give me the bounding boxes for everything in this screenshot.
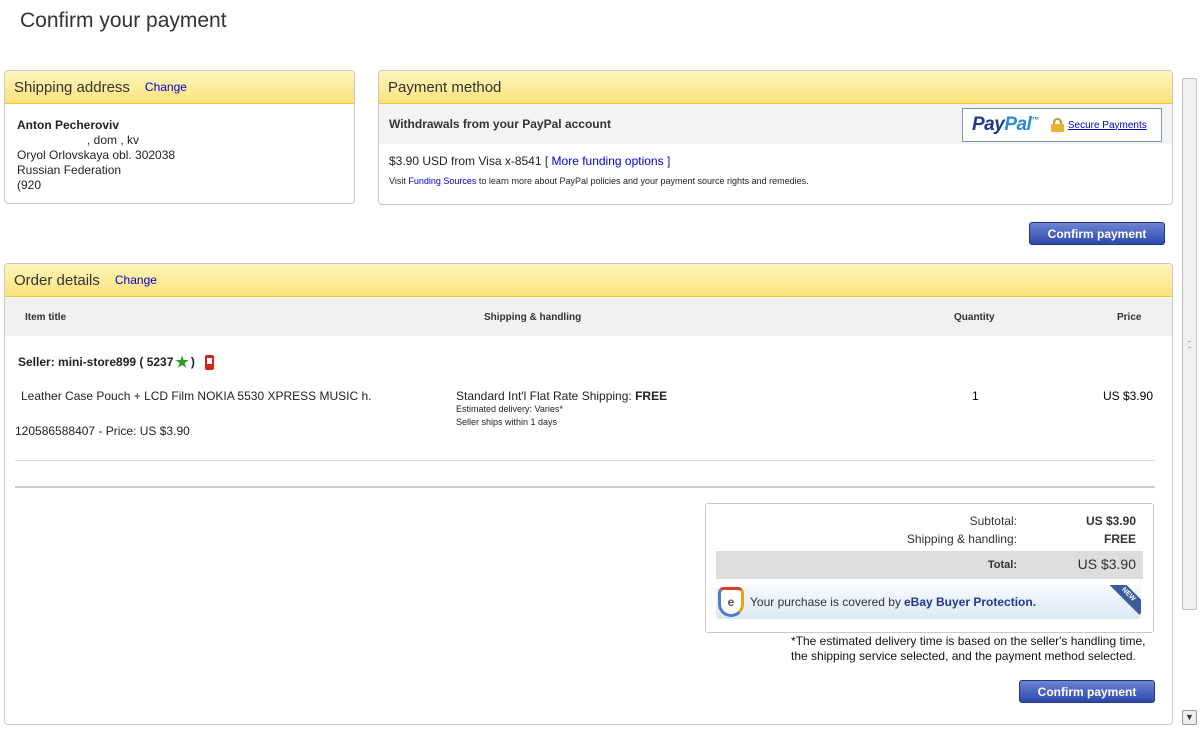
seller-label[interactable]: Seller: mini-store899 ( 5237 xyxy=(18,355,173,369)
subtotal-label: Subtotal: xyxy=(969,514,1017,528)
confirm-payment-button-top[interactable]: Confirm payment xyxy=(1029,222,1165,245)
shipping-change-link[interactable]: Change xyxy=(145,80,187,94)
order-details-panel: Order details Change Item title Shipping… xyxy=(4,263,1173,725)
payment-method-panel: Payment method Withdrawals from your Pay… xyxy=(378,70,1173,205)
order-change-link[interactable]: Change xyxy=(115,273,157,287)
shipping-address-panel: Shipping address Change Anton Pecheroviv… xyxy=(4,70,355,204)
ships-within: Seller ships within 1 days xyxy=(456,417,558,427)
shipping-total-label: Shipping & handling: xyxy=(906,532,1017,546)
seller-info: Seller: mini-store899 ( 5237 ★ ) xyxy=(18,353,214,371)
col-item-title: Item title xyxy=(25,312,67,323)
phone-icon[interactable] xyxy=(204,354,214,370)
address-city: Oryol Orlovskaya obl. 302038 xyxy=(17,148,176,162)
paypal-logo: PayPal™ xyxy=(972,114,1039,135)
note-suffix: to learn more about PayPal policies and … xyxy=(478,176,809,186)
shipping-address-heading: Shipping address xyxy=(14,78,130,96)
order-details-header: Order details Change xyxy=(5,264,1172,297)
col-shipping: Shipping & handling xyxy=(484,312,582,323)
item-quantity: 1 xyxy=(972,389,979,403)
buyer-protection-banner[interactable]: e Your purchase is covered by eBay Buyer … xyxy=(716,585,1141,619)
item-id-price: 120586588407 - Price: US $3.90 xyxy=(15,424,190,438)
star-icon: ★ xyxy=(175,354,189,371)
divider xyxy=(15,460,1155,461)
delivery-footnote: *The estimated delivery time is based on… xyxy=(791,634,1146,663)
order-totals: Subtotal: US $3.90 Shipping & handling: … xyxy=(705,503,1154,633)
total-label: Total: xyxy=(987,559,1017,571)
shipping-address-header: Shipping address Change xyxy=(5,71,354,104)
total-value: US $3.90 xyxy=(1077,556,1136,572)
note-prefix: Visit xyxy=(389,176,406,186)
payment-method-header: Payment method xyxy=(379,71,1172,104)
confirm-payment-button-bottom[interactable]: Confirm payment xyxy=(1019,680,1155,703)
more-funding-options-link[interactable]: More funding options xyxy=(552,154,664,168)
item-title[interactable]: Leather Case Pouch + LCD Film NOKIA 5530… xyxy=(15,389,375,404)
seller-close: ) xyxy=(190,355,195,369)
shipping-total-value: FREE xyxy=(1103,532,1136,546)
address-phone: (920 xyxy=(17,178,42,192)
address-street: , dom , kv xyxy=(87,133,140,147)
total-row: Total: US $3.90 xyxy=(716,551,1143,579)
shipping-address-block: Anton Pecheroviv , dom , kv Oryol Orlovs… xyxy=(5,104,354,203)
scroll-down-icon[interactable]: ▼ xyxy=(1182,710,1197,725)
funding-text: $3.90 USD from Visa x-8541 [ xyxy=(389,154,549,168)
funding-note: Visit Funding Sources to learn more abou… xyxy=(379,168,1172,186)
subtotal-value: US $3.90 xyxy=(1085,514,1136,528)
withdrawal-label: Withdrawals from your PayPal account xyxy=(389,117,611,131)
new-badge: NEW xyxy=(1108,585,1141,615)
order-details-heading: Order details xyxy=(14,271,100,289)
payment-method-heading: Payment method xyxy=(388,78,502,96)
shipping-method-label: Standard Int'l Flat Rate Shipping: xyxy=(456,389,632,403)
shipping-method: Standard Int'l Flat Rate Shipping: FREE xyxy=(456,389,667,403)
divider xyxy=(15,486,1155,488)
page-title: Confirm your payment xyxy=(20,9,227,32)
secure-payments-link[interactable]: Secure Payments xyxy=(1068,120,1147,131)
col-price: Price xyxy=(1117,312,1142,323)
scrollbar-thumb[interactable] xyxy=(1182,78,1197,610)
funding-sources-link[interactable]: Funding Sources xyxy=(408,176,476,186)
withdrawal-row: Withdrawals from your PayPal account Pay… xyxy=(379,104,1172,144)
funding-line: $3.90 USD from Visa x-8541 [ More fundin… xyxy=(379,144,1172,168)
estimated-delivery: Estimated delivery: Varies* xyxy=(456,404,563,414)
shield-icon: e xyxy=(718,587,744,617)
address-country: Russian Federation xyxy=(17,163,122,177)
paypal-secure-badge: PayPal™ Secure Payments xyxy=(962,108,1162,142)
funding-close: ] xyxy=(666,154,671,168)
lock-icon xyxy=(1050,118,1064,132)
order-table-header: Item title Shipping & handling Quantity … xyxy=(5,298,1172,336)
vertical-scrollbar[interactable]: ▼ xyxy=(1180,0,1200,750)
recipient-name: Anton Pecheroviv xyxy=(17,118,120,132)
col-quantity: Quantity xyxy=(954,312,995,323)
shipping-cost: FREE xyxy=(635,389,668,403)
item-price: US $3.90 xyxy=(1102,389,1153,403)
buyer-protection-text: Your purchase is covered by eBay Buyer Pr… xyxy=(750,595,1037,609)
